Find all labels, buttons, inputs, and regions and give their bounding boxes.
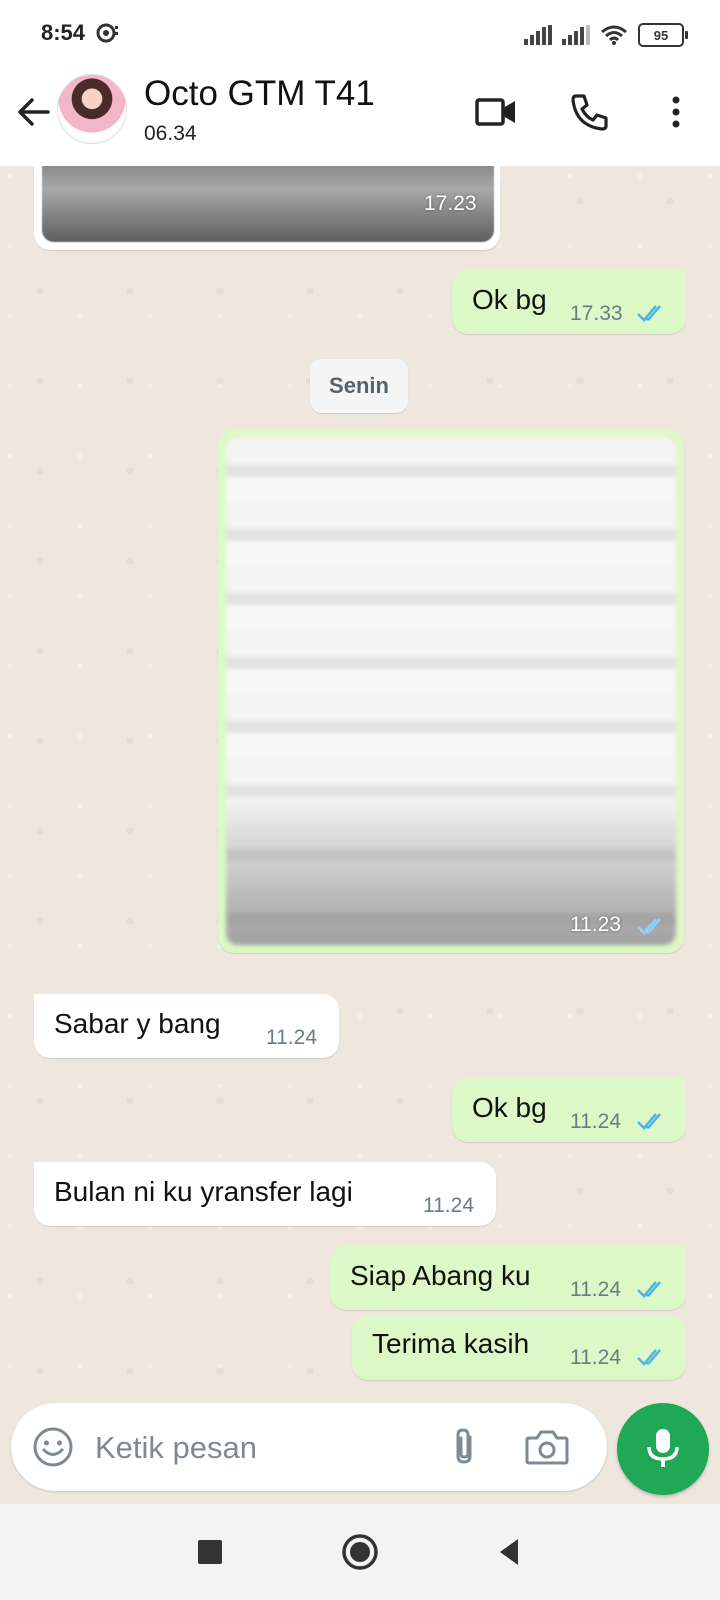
message-text: Ok bg [472,284,547,315]
message-composer [11,1403,607,1491]
emoji-icon[interactable] [31,1425,75,1469]
date-label: Senin [329,373,389,398]
contact-name[interactable]: Octo GTM T41 [144,74,375,114]
chat-area[interactable]: 17.23 Ok bg 17.33 Senin 11.23 Sabar y ba… [0,166,720,1412]
mic-button[interactable] [617,1403,709,1495]
message-outgoing[interactable]: Ok bg 11.24 [452,1078,686,1142]
message-time: 11.24 [423,1194,474,1217]
battery-indicator: 95 [638,23,688,47]
message-outgoing[interactable]: Siap Abang ku 11.24 [330,1246,686,1310]
status-bar: 8:54 95 [0,0,720,68]
blurred-image[interactable] [226,437,676,945]
message-incoming[interactable]: Sabar y bang 11.24 [34,994,339,1058]
message-time: 17.23 [424,192,477,215]
phone-icon[interactable] [568,90,612,134]
message-time: 11.24 [570,1110,621,1133]
message-outgoing[interactable]: Terima kasih 11.24 [352,1316,686,1380]
message-time: 11.24 [570,1346,621,1369]
chat-header: Octo GTM T41 06.34 [0,68,720,167]
date-separator: Senin [310,359,408,413]
message-text: Siap Abang ku [350,1260,531,1291]
image-message-outgoing[interactable]: 11.23 [218,429,684,953]
arrow-left-icon[interactable] [12,90,56,134]
paperclip-icon[interactable] [443,1425,487,1469]
message-incoming[interactable]: Bulan ni ku yransfer lagi 11.24 [34,1162,496,1226]
home-icon[interactable] [340,1532,380,1572]
notification-icon [96,23,118,43]
wifi-icon [601,25,627,45]
message-time: 17.33 [570,302,623,325]
message-text: Ok bg [472,1092,547,1123]
read-ticks-icon [637,1349,661,1366]
message-outgoing[interactable]: Ok bg 17.33 [452,270,686,334]
read-ticks-icon [637,1113,661,1130]
back-nav-icon[interactable] [490,1532,530,1572]
message-time: 11.23 [570,913,621,936]
message-input[interactable] [93,1421,437,1475]
read-ticks-icon [637,305,661,322]
signal-icon-2 [562,25,590,45]
camera-icon[interactable] [523,1425,571,1469]
read-ticks-icon [637,1281,661,1298]
recents-icon[interactable] [190,1532,230,1572]
signal-icon [524,25,552,45]
battery-level: 95 [653,27,669,43]
microphone-icon [647,1429,679,1467]
image-message-incoming[interactable]: 17.23 [34,166,500,250]
video-camera-icon[interactable] [474,90,518,134]
read-ticks-icon [637,918,661,935]
system-nav-bar [0,1504,720,1600]
message-text: Sabar y bang [54,1008,221,1039]
message-time: 11.24 [570,1278,621,1301]
status-time: 8:54 [41,20,86,45]
avatar[interactable] [57,74,127,144]
message-text: Bulan ni ku yransfer lagi [54,1176,353,1207]
message-text: Terima kasih [372,1328,530,1359]
last-seen: 06.34 [144,122,197,145]
message-time: 11.24 [266,1026,317,1049]
status-icons: 95 [524,20,688,50]
more-vertical-icon[interactable] [654,90,698,134]
